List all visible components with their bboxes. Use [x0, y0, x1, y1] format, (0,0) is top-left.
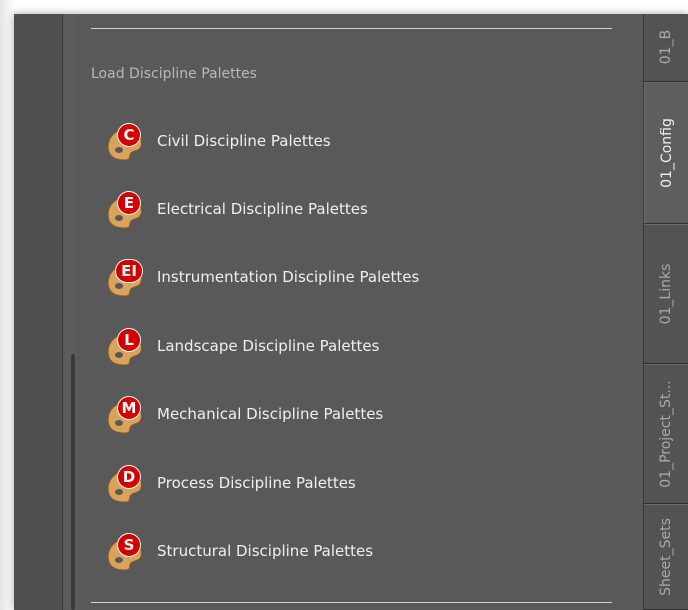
- palette-thumb-hole: [115, 489, 123, 495]
- palette-item-label: Electrical Discipline Palettes: [157, 200, 368, 218]
- tab-label: 01_Config: [658, 118, 675, 188]
- palette-thumb-hole: [115, 283, 123, 289]
- tab-label: 01_Links: [658, 263, 674, 325]
- palette-item-civil[interactable]: C Civil Discipline Palettes: [103, 122, 523, 162]
- palette-item-structural[interactable]: S Structural Discipline Palettes: [103, 532, 523, 572]
- palette-tab-strip: 01_B 01_Config 01_Links 01_Project_St...…: [643, 14, 688, 610]
- tab-label: Sheet_Sets: [658, 518, 674, 596]
- discipline-letter-badge: EI: [116, 260, 142, 282]
- palette-item-label: Civil Discipline Palettes: [157, 132, 331, 150]
- discipline-letter-badge: D: [118, 466, 140, 488]
- palette-item-label: Instrumentation Discipline Palettes: [157, 268, 420, 286]
- palette-thumb-hole: [115, 420, 123, 426]
- discipline-letter-badge: S: [118, 534, 140, 556]
- palette-item-process[interactable]: D Process Discipline Palettes: [103, 464, 523, 504]
- tab-label: 01_B: [658, 29, 674, 65]
- palette-item-instrumentation[interactable]: EI Instrumentation Discipline Palettes: [103, 258, 523, 298]
- tab-01-b[interactable]: 01_B: [644, 14, 688, 82]
- paint-palette-icon: L: [103, 327, 149, 367]
- palette-content: Load Discipline Palettes C Civil Discipl…: [77, 14, 643, 610]
- scrollbar-thumb[interactable]: [71, 354, 75, 610]
- palette-item-landscape[interactable]: L Landscape Discipline Palettes: [103, 327, 523, 367]
- palette-item-electrical[interactable]: E Electrical Discipline Palettes: [103, 190, 523, 230]
- tab-label: 01_Project_St...: [658, 380, 674, 488]
- paint-palette-icon: E: [103, 190, 149, 230]
- palette-thumb-hole: [115, 147, 123, 153]
- palette-item-label: Mechanical Discipline Palettes: [157, 405, 384, 423]
- paint-palette-icon: D: [103, 464, 149, 504]
- palette-item-label: Process Discipline Palettes: [157, 474, 356, 492]
- paint-palette-icon: S: [103, 532, 149, 572]
- tab-01-config[interactable]: 01_Config: [644, 82, 688, 224]
- tool-palettes-window: Load Discipline Palettes C Civil Discipl…: [14, 14, 688, 610]
- section-title: Load Discipline Palettes: [91, 66, 257, 82]
- palette-item-label: Structural Discipline Palettes: [157, 542, 374, 560]
- palette-thumb-hole: [115, 215, 123, 221]
- tab-01-project-st[interactable]: 01_Project_St...: [644, 364, 688, 504]
- paint-palette-icon: C: [103, 122, 149, 162]
- palette-title-bar[interactable]: [14, 14, 63, 610]
- palette-thumb-hole: [115, 557, 123, 563]
- tab-sheet-sets[interactable]: Sheet_Sets: [644, 504, 688, 610]
- paint-palette-icon: M: [103, 395, 149, 435]
- discipline-letter-badge: L: [118, 329, 140, 351]
- separator-top: [91, 28, 612, 29]
- separator-bottom: [91, 602, 612, 603]
- paint-palette-icon: EI: [103, 258, 149, 298]
- discipline-letter-badge: M: [118, 397, 140, 419]
- palette-thumb-hole: [115, 352, 123, 358]
- discipline-letter-badge: E: [118, 192, 140, 214]
- tab-01-links[interactable]: 01_Links: [644, 224, 688, 364]
- palette-item-label: Landscape Discipline Palettes: [157, 337, 380, 355]
- palette-item-mechanical[interactable]: M Mechanical Discipline Palettes: [103, 395, 523, 435]
- discipline-letter-badge: C: [118, 124, 140, 146]
